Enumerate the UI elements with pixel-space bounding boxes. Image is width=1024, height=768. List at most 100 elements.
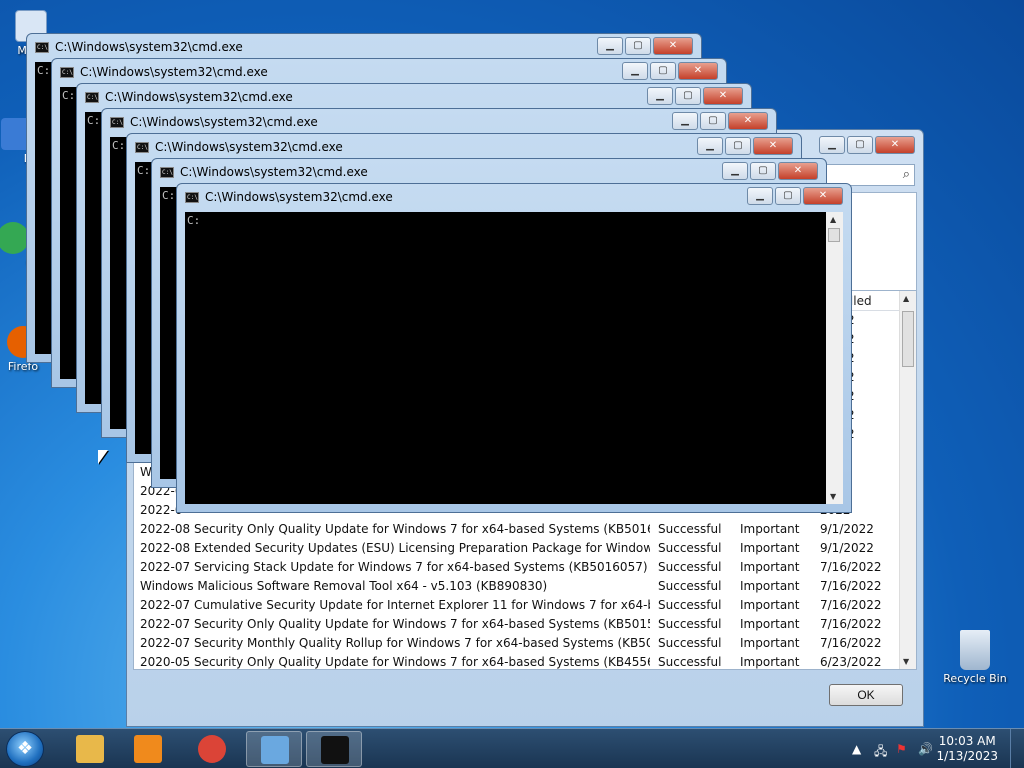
table-row[interactable]: 2022-07 Cumulative Security Update for I… [134, 596, 916, 615]
clock-date: 1/13/2023 [936, 749, 998, 763]
ok-button[interactable]: OK [829, 684, 903, 706]
chrome-taskbar-button[interactable] [184, 731, 240, 767]
close-button[interactable]: ✕ [778, 162, 818, 180]
row-date: 9/1/2022 [820, 522, 874, 536]
minimize-button[interactable]: ▁ [747, 187, 773, 205]
close-button[interactable]: ✕ [703, 87, 743, 105]
media-player-taskbar-button[interactable] [120, 731, 176, 767]
table-row[interactable]: 2020-05 Security Only Quality Update for… [134, 653, 916, 669]
row-importance: Important [740, 598, 800, 612]
table-row[interactable]: 2022-07 Security Only Quality Update for… [134, 615, 916, 634]
close-button[interactable]: ✕ [653, 37, 693, 55]
action-center-icon[interactable]: ⚑ [896, 742, 907, 756]
window-title-bar[interactable]: C:\ C:\Windows\system32\cmd.exe [35, 37, 243, 57]
close-button[interactable]: ✕ [875, 136, 915, 154]
list-scrollbar[interactable]: ▲ ▼ [899, 291, 916, 669]
row-importance: Important [740, 560, 800, 574]
window-title-bar[interactable]: C:\ C:\Windows\system32\cmd.exe [135, 137, 343, 157]
window-title: C:\Windows\system32\cmd.exe [55, 40, 243, 54]
table-row[interactable]: Windows Malicious Software Removal Tool … [134, 577, 916, 596]
close-button[interactable]: ✕ [678, 62, 718, 80]
cmd-taskbar-button[interactable] [306, 731, 362, 767]
table-row[interactable]: 2022-08 Extended Security Updates (ESU) … [134, 539, 916, 558]
close-button[interactable]: ✕ [753, 137, 793, 155]
minimize-button[interactable]: ▁ [722, 162, 748, 180]
system-tray: ▲ 🖧 ⚑ 🔊 10:03 AM 1/13/2023 [834, 729, 1024, 768]
search-icon: ⌕ [902, 167, 910, 182]
cmd-window[interactable]: C:\C:\Windows\system32\cmd.exe▁▢✕C:▲▼ [176, 183, 852, 513]
maximize-button[interactable]: ▢ [750, 162, 776, 180]
cmd-icon: C:\ [160, 166, 174, 178]
window-title-bar[interactable]: C:\ C:\Windows\system32\cmd.exe [85, 87, 293, 107]
network-icon[interactable]: 🖧 [874, 742, 887, 763]
window-title-bar[interactable]: C:\ C:\Windows\system32\cmd.exe [160, 162, 368, 182]
desktop-icon-label: Recycle Bin [943, 672, 1007, 685]
recycle-bin-icon [960, 630, 990, 670]
control-panel-taskbar-button[interactable] [246, 731, 302, 767]
table-row[interactable]: 2022-08 Security Only Quality Update for… [134, 520, 916, 539]
cmd-icon: C:\ [135, 141, 149, 153]
scroll-up-icon[interactable]: ▲ [903, 294, 909, 303]
scroll-thumb[interactable] [828, 228, 840, 242]
window-controls: ▁ ▢ ✕ [672, 112, 768, 130]
cmd-icon: C:\ [185, 191, 199, 203]
row-importance: Important [740, 541, 800, 555]
maximize-button[interactable]: ▢ [625, 37, 651, 55]
row-status: Successful [658, 541, 722, 555]
scroll-down-icon[interactable]: ▼ [830, 492, 836, 501]
minimize-button[interactable]: ▁ [647, 87, 673, 105]
minimize-button[interactable]: ▁ [672, 112, 698, 130]
row-date: 6/23/2022 [820, 655, 882, 669]
folder-icon [76, 735, 104, 763]
maximize-button[interactable]: ▢ [650, 62, 676, 80]
table-row[interactable]: 2022-07 Security Monthly Quality Rollup … [134, 634, 916, 653]
minimize-button[interactable]: ▁ [622, 62, 648, 80]
maximize-button[interactable]: ▢ [700, 112, 726, 130]
show-hidden-icons-icon[interactable]: ▲ [852, 742, 861, 756]
console-output[interactable]: C:▲▼ [185, 212, 843, 504]
cmd-icon: C:\ [35, 41, 49, 53]
close-button[interactable]: ✕ [803, 187, 843, 205]
row-name: 2022-08 Extended Security Updates (ESU) … [140, 541, 650, 555]
window-controls: ▁ ▢ ✕ [697, 137, 793, 155]
row-importance: Important [740, 522, 800, 536]
clock[interactable]: 10:03 AM 1/13/2023 [936, 734, 998, 764]
maximize-button[interactable]: ▢ [675, 87, 701, 105]
window-title-bar[interactable]: C:\ C:\Windows\system32\cmd.exe [60, 62, 268, 82]
window-title-bar[interactable]: C:\ C:\Windows\system32\cmd.exe [185, 187, 393, 207]
row-name: 2022-07 Servicing Stack Update for Windo… [140, 560, 648, 574]
explorer-taskbar-button[interactable] [62, 731, 118, 767]
row-date: 7/16/2022 [820, 560, 882, 574]
window-title: C:\Windows\system32\cmd.exe [155, 140, 343, 154]
clock-time: 10:03 AM [938, 734, 996, 748]
console-prompt: C: [162, 189, 176, 202]
window-title: C:\Windows\system32\cmd.exe [105, 90, 293, 104]
maximize-button[interactable]: ▢ [847, 136, 873, 154]
window-controls: ▁ ▢ ✕ [722, 162, 818, 180]
row-importance: Important [740, 617, 800, 631]
window-title-bar[interactable]: C:\ C:\Windows\system32\cmd.exe [110, 112, 318, 132]
maximize-button[interactable]: ▢ [725, 137, 751, 155]
scroll-down-icon[interactable]: ▼ [903, 657, 909, 666]
taskbar: ▲ 🖧 ⚑ 🔊 10:03 AM 1/13/2023 [0, 728, 1024, 768]
chrome-icon [198, 735, 226, 763]
desktop-icon-recycle-bin[interactable]: Recycle Bin [940, 630, 1010, 685]
maximize-button[interactable]: ▢ [775, 187, 801, 205]
row-status: Successful [658, 579, 722, 593]
row-date: 7/16/2022 [820, 636, 882, 650]
show-desktop-button[interactable] [1010, 729, 1024, 768]
minimize-button[interactable]: ▁ [697, 137, 723, 155]
minimize-button[interactable]: ▁ [597, 37, 623, 55]
row-status: Successful [658, 655, 722, 669]
scroll-up-icon[interactable]: ▲ [830, 215, 836, 224]
console-prompt: C: [187, 214, 201, 227]
console-scrollbar[interactable]: ▲▼ [826, 212, 843, 504]
start-button[interactable] [6, 731, 44, 767]
volume-icon[interactable]: 🔊 [918, 742, 933, 756]
close-button[interactable]: ✕ [728, 112, 768, 130]
table-row[interactable]: 2022-07 Servicing Stack Update for Windo… [134, 558, 916, 577]
minimize-button[interactable]: ▁ [819, 136, 845, 154]
scroll-thumb[interactable] [902, 311, 914, 367]
cmd-icon: C:\ [85, 91, 99, 103]
row-status: Successful [658, 636, 722, 650]
